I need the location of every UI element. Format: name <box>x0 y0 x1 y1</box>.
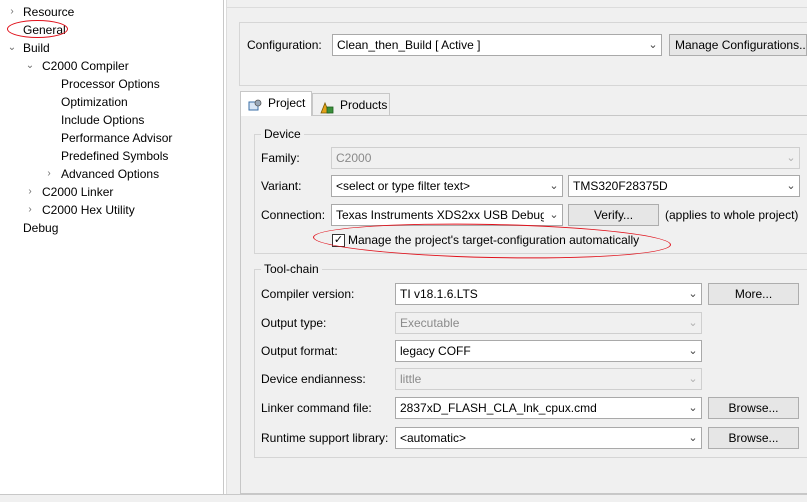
tree-item-include-options[interactable]: Include Options <box>61 111 216 129</box>
family-select[interactable]: C2000 ⌄ <box>331 147 800 169</box>
family-label: Family: <box>261 151 300 165</box>
bottom-bar <box>0 494 807 502</box>
linker-command-file-select[interactable]: 2837xD_FLASH_CLA_lnk_cpux.cmd ⌄ <box>395 397 702 419</box>
device-endianness-label: Device endianness: <box>261 372 366 386</box>
tree-item-label: Predefined Symbols <box>61 149 169 163</box>
manage-target-config-label: Manage the project's target-configuratio… <box>348 233 640 247</box>
verify-note: (applies to whole project) <box>665 208 799 222</box>
output-format-select[interactable]: legacy COFF ⌄ <box>395 340 702 362</box>
chevron-down-icon: ⌄ <box>549 180 559 192</box>
more-button[interactable]: More... <box>708 283 799 305</box>
chevron-down-icon: ⌄ <box>688 288 698 300</box>
tree-item-label: Advanced Options <box>61 167 160 181</box>
chevron-down-icon: ⌄ <box>688 402 698 414</box>
connection-select[interactable]: Texas Instruments XDS2xx USB Debug Pr ⌄ <box>331 204 563 226</box>
output-type-select[interactable]: Executable ⌄ <box>395 312 702 334</box>
chevron-down-icon: ⌄ <box>786 180 796 192</box>
browse-linker-button[interactable]: Browse... <box>708 397 799 419</box>
output-type-label: Output type: <box>261 316 327 330</box>
chevron-right-icon[interactable]: › <box>24 183 36 201</box>
tree-item-label: Debug <box>23 221 59 235</box>
tab-label: Project <box>268 96 306 110</box>
browse-runtime-button[interactable]: Browse... <box>708 427 799 449</box>
tree-item-label: Processor Options <box>61 77 160 91</box>
tab-products[interactable]: Products <box>312 93 390 117</box>
family-value: C2000 <box>336 151 372 165</box>
configuration-select[interactable]: Clean_then_Build [ Active ] ⌄ <box>332 34 662 56</box>
tree-item-label: Performance Advisor <box>61 131 173 145</box>
panel-top-strip <box>227 0 807 8</box>
device-group-title: Device <box>261 126 304 142</box>
connection-label: Connection: <box>261 208 326 222</box>
variant-select[interactable]: TMS320F28375D ⌄ <box>568 175 800 197</box>
chevron-down-icon: ⌄ <box>688 317 698 329</box>
tree-item-label: General <box>23 23 66 37</box>
chevron-down-icon: ⌄ <box>648 39 658 51</box>
tree-item-general[interactable]: General <box>6 21 216 39</box>
runtime-support-library-value: <automatic> <box>400 431 467 445</box>
chevron-down-icon: ⌄ <box>688 345 698 357</box>
tree-item-label: C2000 Linker <box>42 185 114 199</box>
tree-item-performance-advisor[interactable]: Performance Advisor <box>61 129 216 147</box>
output-format-value: legacy COFF <box>400 344 471 358</box>
tree-item-build[interactable]: ⌄ Build <box>6 39 216 57</box>
tree-item-c2000-linker[interactable]: › C2000 Linker <box>24 183 216 201</box>
device-endianness-select[interactable]: little ⌄ <box>395 368 702 390</box>
output-format-label: Output format: <box>261 344 338 358</box>
preference-tree: › Resource General ⌄ Build ⌄ C2000 Compi… <box>0 0 224 494</box>
tree-item-label: C2000 Hex Utility <box>42 203 135 217</box>
tree-item-label: C2000 Compiler <box>42 59 129 73</box>
tab-project[interactable]: Project <box>240 91 312 116</box>
linker-command-file-value: 2837xD_FLASH_CLA_lnk_cpux.cmd <box>400 401 597 415</box>
verify-button[interactable]: Verify... <box>568 204 659 226</box>
tab-label: Products <box>340 98 388 112</box>
tree-item-resource[interactable]: › Resource <box>6 3 216 21</box>
tree-item-debug[interactable]: Debug <box>6 219 216 237</box>
chevron-down-icon: ⌄ <box>549 209 559 221</box>
tree-item-label: Include Options <box>61 113 145 127</box>
chevron-down-icon: ⌄ <box>688 432 698 444</box>
tree-item-c2000-compiler[interactable]: ⌄ C2000 Compiler <box>24 57 216 75</box>
chevron-right-icon[interactable]: › <box>6 3 18 21</box>
configuration-value: Clean_then_Build [ Active ] <box>337 38 481 52</box>
linker-command-file-label: Linker command file: <box>261 401 372 415</box>
toolchain-group-title: Tool-chain <box>261 261 322 277</box>
variant-filter-select[interactable]: <select or type filter text> ⌄ <box>331 175 563 197</box>
tree-item-optimization[interactable]: Optimization <box>61 93 216 111</box>
manage-configurations-button[interactable]: Manage Configurations... <box>669 34 807 56</box>
device-endianness-value: little <box>400 372 422 386</box>
chevron-down-icon[interactable]: ⌄ <box>6 39 18 57</box>
chevron-down-icon[interactable]: ⌄ <box>24 57 36 75</box>
tree-item-label: Resource <box>23 5 75 19</box>
tree-item-label: Optimization <box>61 95 128 109</box>
configuration-label: Configuration: <box>247 38 322 52</box>
variant-label: Variant: <box>261 179 302 193</box>
chevron-right-icon[interactable]: › <box>43 165 55 183</box>
variant-filter-text: <select or type filter text> <box>336 179 471 193</box>
runtime-support-library-label: Runtime support library: <box>261 431 389 445</box>
compiler-version-value: TI v18.1.6.LTS <box>400 287 478 301</box>
tree-item-predefined-symbols[interactable]: Predefined Symbols <box>61 147 216 165</box>
variant-value: TMS320F28375D <box>573 179 668 193</box>
connection-value: Texas Instruments XDS2xx USB Debug Pr <box>336 208 544 222</box>
products-icon <box>320 99 334 114</box>
compiler-version-select[interactable]: TI v18.1.6.LTS ⌄ <box>395 283 702 305</box>
tree-item-processor-options[interactable]: Processor Options <box>61 75 216 93</box>
tree-item-advanced-options[interactable]: › Advanced Options <box>43 165 216 183</box>
compiler-version-label: Compiler version: <box>261 287 355 301</box>
tree-item-label: Build <box>23 41 50 55</box>
output-type-value: Executable <box>400 316 460 330</box>
project-icon <box>248 97 262 111</box>
chevron-down-icon: ⌄ <box>688 373 698 385</box>
tree-item-c2000-hex-utility[interactable]: › C2000 Hex Utility <box>24 201 216 219</box>
chevron-right-icon[interactable]: › <box>24 201 36 219</box>
manage-target-config-checkbox[interactable]: ✓ <box>332 234 345 247</box>
chevron-down-icon: ⌄ <box>786 152 796 164</box>
runtime-support-library-select[interactable]: <automatic> ⌄ <box>395 427 702 449</box>
